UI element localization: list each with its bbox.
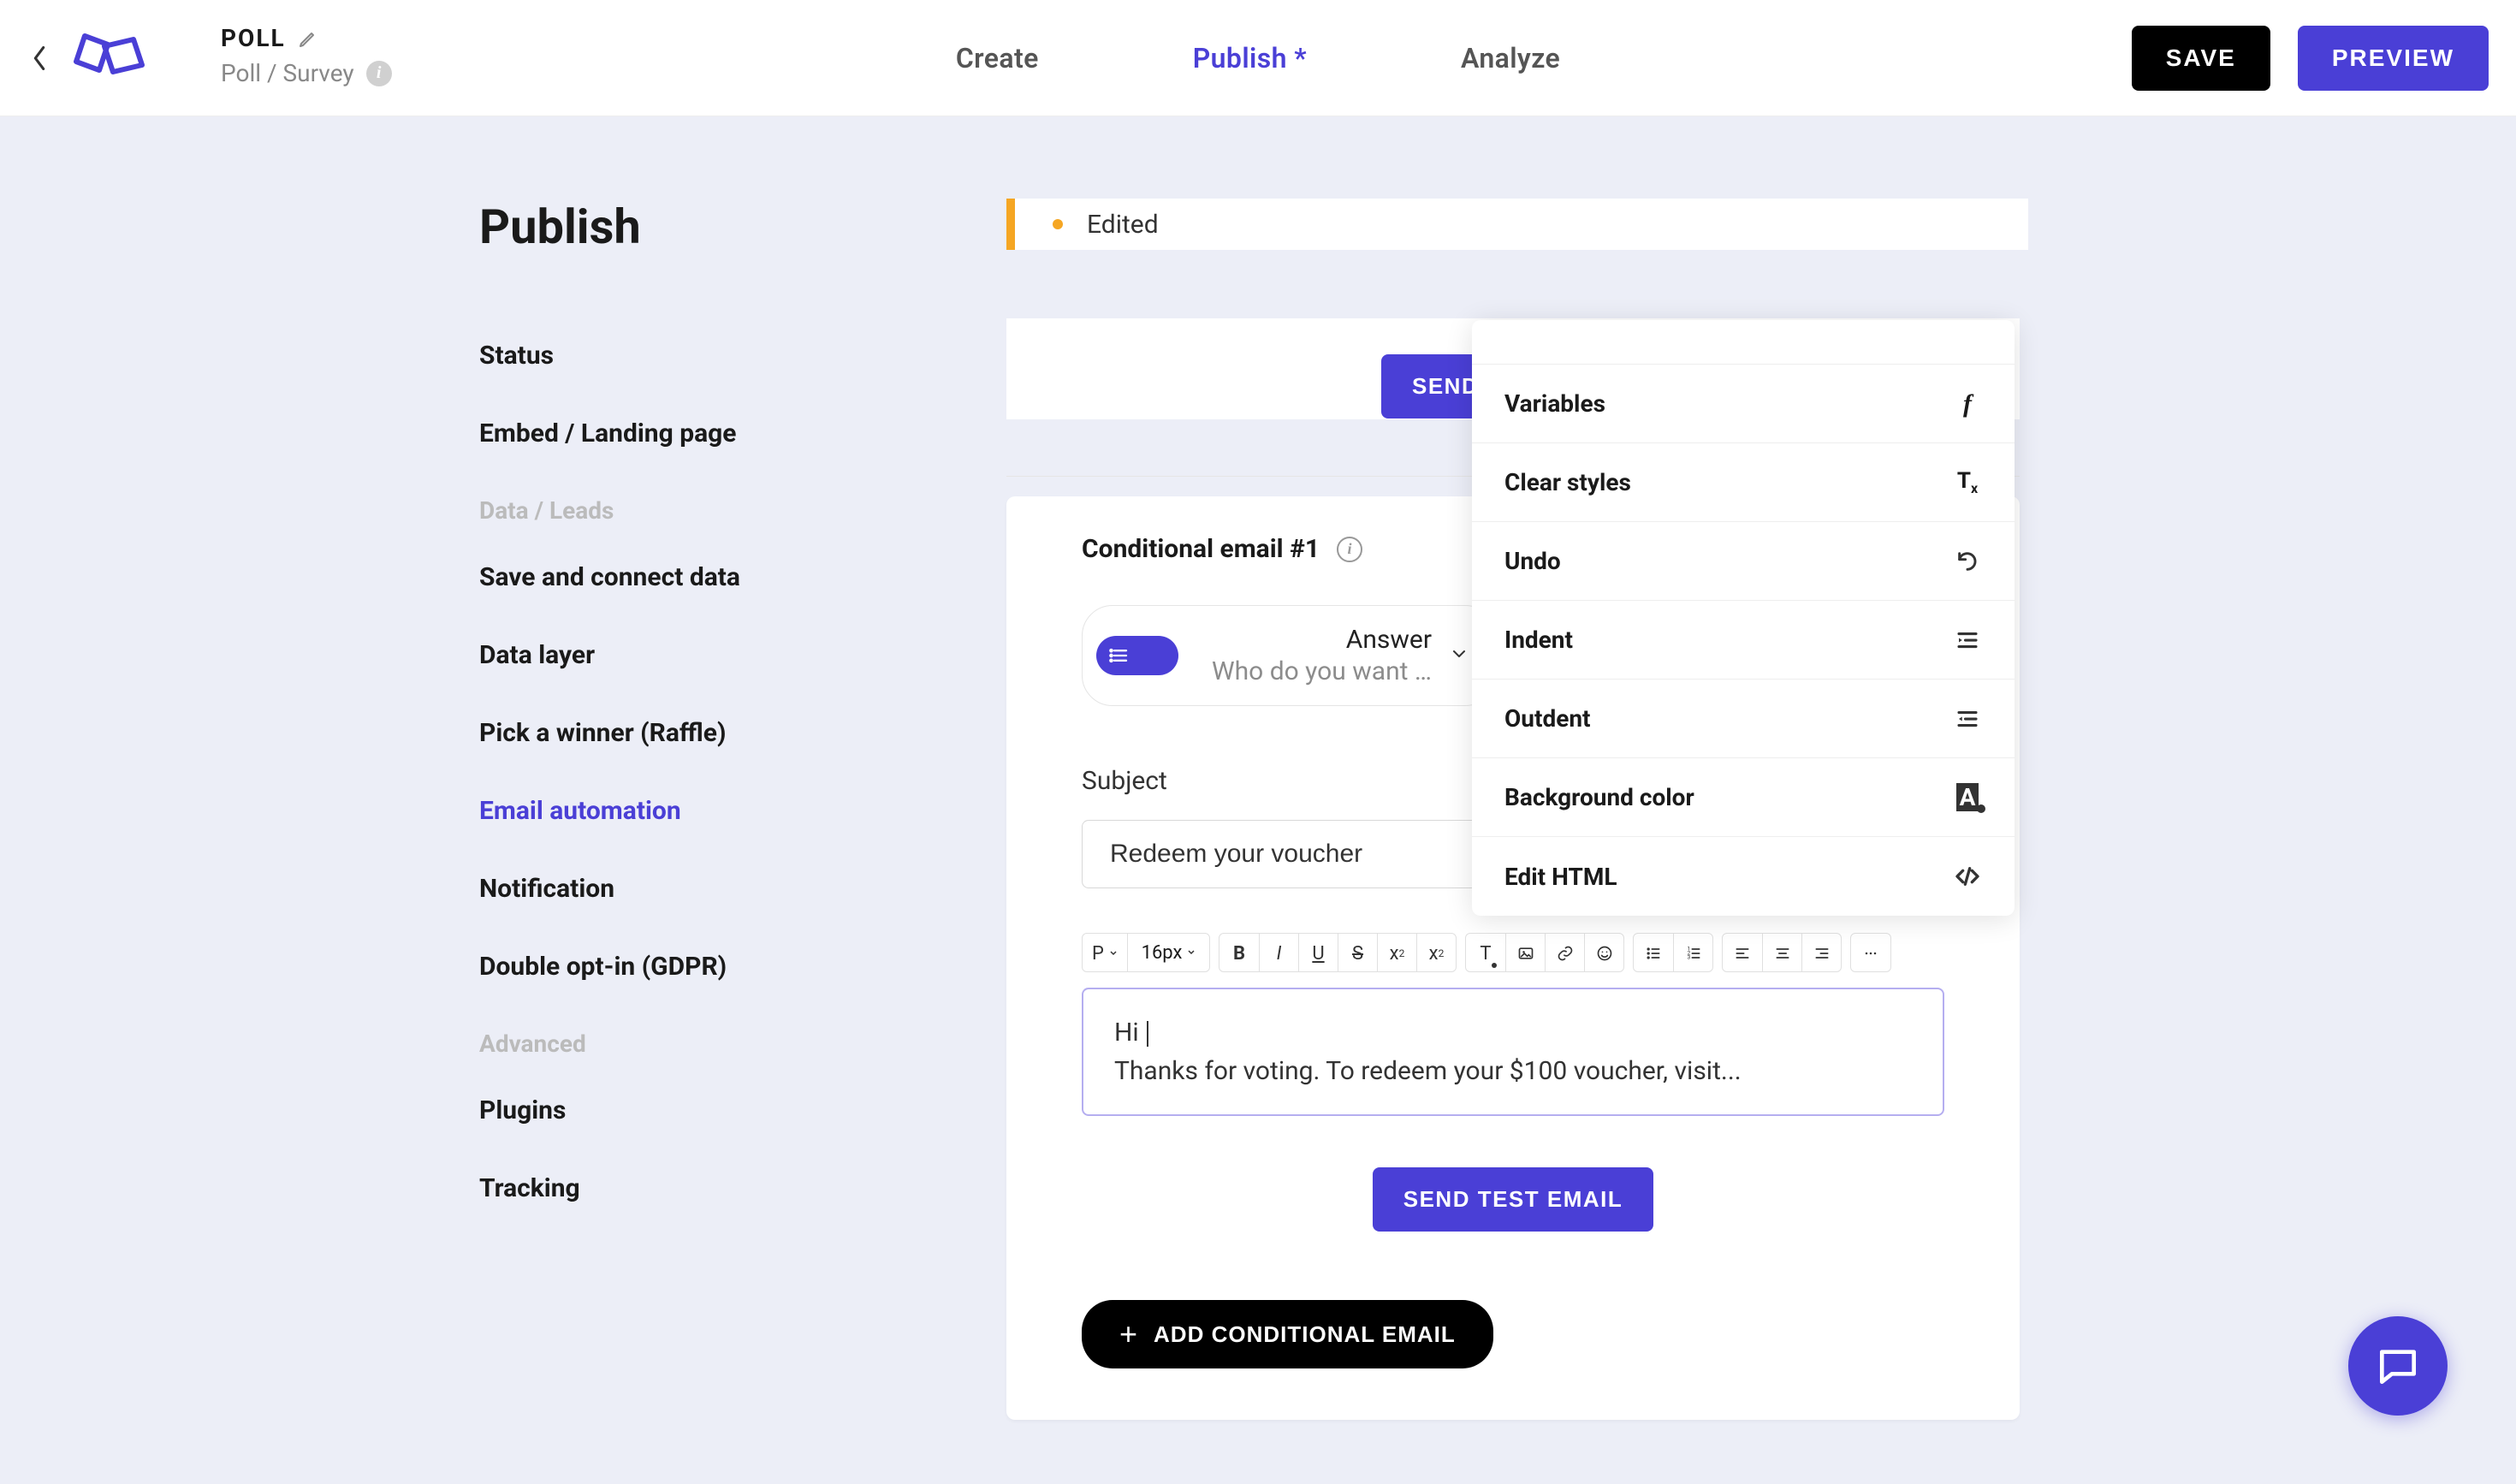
image-button[interactable]: [1505, 934, 1545, 972]
save-button[interactable]: SAVE: [2132, 26, 2270, 91]
dropdown-indent[interactable]: Indent: [1472, 601, 2015, 680]
sidebar-data-layer[interactable]: Data layer: [479, 640, 941, 670]
tab-create[interactable]: Create: [956, 42, 1039, 74]
dropdown-bgcolor[interactable]: Background color A: [1472, 758, 2015, 837]
topbar: POLL Poll / Survey i Create Publish * An…: [0, 0, 2516, 116]
sidebar-cat-advanced: Advanced: [479, 1030, 941, 1058]
sidebar-raffle[interactable]: Pick a winner (Raffle): [479, 718, 941, 748]
dropdown-undo[interactable]: Undo: [1472, 522, 2015, 601]
dropdown-spacer: [1472, 320, 2015, 365]
toggle-pill[interactable]: [1096, 636, 1178, 675]
subscript-button[interactable]: x2: [1416, 934, 1456, 972]
info-icon[interactable]: i: [366, 61, 392, 86]
sidebar-tracking[interactable]: Tracking: [479, 1173, 941, 1203]
plus-icon: +: [1119, 1319, 1138, 1350]
info-icon[interactable]: i: [1337, 537, 1362, 562]
sidebar-cat-data: Data / Leads: [479, 496, 941, 525]
sidebar: Publish Status Embed / Landing page Data…: [479, 199, 941, 1251]
poll-subtitle: Poll / Survey: [221, 59, 354, 87]
superscript-button[interactable]: x2: [1377, 934, 1416, 972]
add-conditional-email-button[interactable]: + ADD CONDITIONAL EMAIL: [1082, 1300, 1493, 1368]
poll-title: POLL: [221, 24, 286, 52]
text-color-button[interactable]: T: [1466, 934, 1505, 972]
align-left-button[interactable]: [1723, 934, 1762, 972]
send-test-bottom-button[interactable]: SEND TEST EMAIL: [1373, 1167, 1654, 1232]
undo-icon: [1953, 547, 1982, 576]
ordered-list-button[interactable]: 123: [1673, 934, 1712, 972]
outdent-icon: [1953, 704, 1982, 733]
align-right-button[interactable]: [1801, 934, 1841, 972]
tab-analyze[interactable]: Analyze: [1461, 42, 1560, 74]
strike-button[interactable]: S: [1338, 934, 1377, 972]
sidebar-plugins[interactable]: Plugins: [479, 1095, 941, 1125]
editor-line2: Thanks for voting. To redeem your $100 v…: [1114, 1052, 1912, 1090]
dropdown-edit-html[interactable]: Edit HTML: [1472, 837, 2015, 916]
dropdown-outdent[interactable]: Outdent: [1472, 680, 2015, 758]
answer-label: Answer: [1346, 625, 1432, 655]
link-button[interactable]: [1545, 934, 1584, 972]
preview-button[interactable]: PREVIEW: [2298, 26, 2489, 91]
more-button[interactable]: [1851, 934, 1890, 972]
indent-icon: [1953, 626, 1982, 655]
back-chevron-icon[interactable]: [27, 46, 51, 70]
editor-line1: Hi: [1114, 1018, 1145, 1048]
dropdown-variables[interactable]: Variables f: [1472, 365, 2015, 443]
add-conditional-label: ADD CONDITIONAL EMAIL: [1154, 1321, 1456, 1348]
pencil-icon[interactable]: [298, 28, 318, 49]
unordered-list-button[interactable]: [1634, 934, 1673, 972]
page-title: Publish: [479, 199, 941, 255]
clear-styles-icon: Tx: [1953, 468, 1982, 497]
underline-button[interactable]: U: [1298, 934, 1338, 972]
nav-tabs: Create Publish * Analyze: [956, 42, 1560, 74]
editor-toolbar: P 16px B I U S x2 x2 T 123: [1082, 933, 1944, 972]
title-block: POLL Poll / Survey i: [221, 24, 392, 87]
tab-publish[interactable]: Publish *: [1193, 42, 1307, 74]
sidebar-gdpr[interactable]: Double opt-in (GDPR): [479, 952, 941, 982]
bold-button[interactable]: B: [1219, 934, 1259, 972]
paragraph-select[interactable]: P: [1083, 934, 1127, 972]
email-body-editor[interactable]: Hi Thanks for voting. To redeem your $10…: [1082, 988, 1944, 1116]
svg-text:3: 3: [1687, 954, 1690, 961]
sidebar-notification[interactable]: Notification: [479, 874, 941, 904]
sidebar-status[interactable]: Status: [479, 341, 941, 371]
status-bar: Edited: [1006, 199, 2028, 250]
dropdown-clear-styles[interactable]: Clear styles Tx: [1472, 443, 2015, 522]
align-center-button[interactable]: [1762, 934, 1801, 972]
chat-fab[interactable]: [2348, 1316, 2448, 1416]
sidebar-save-connect[interactable]: Save and connect data: [479, 562, 941, 592]
function-icon: f: [1953, 389, 1982, 418]
app-logo[interactable]: [58, 10, 154, 106]
editor-cursor: [1147, 1021, 1148, 1047]
sidebar-email-automation[interactable]: Email automation: [479, 796, 941, 826]
chevron-down-icon[interactable]: [1449, 644, 1469, 668]
sidebar-embed[interactable]: Embed / Landing page: [479, 418, 941, 448]
italic-button[interactable]: I: [1259, 934, 1298, 972]
answer-selector[interactable]: Answer Who do you want …: [1082, 605, 1496, 706]
emoji-button[interactable]: [1584, 934, 1623, 972]
answer-sub: Who do you want …: [1212, 656, 1432, 686]
status-text: Edited: [1087, 210, 1159, 240]
fontsize-select[interactable]: 16px: [1127, 934, 1209, 971]
editor-more-dropdown: Variables f Clear styles Tx Undo Indent …: [1472, 320, 2015, 916]
conditional-email-title: Conditional email #1: [1082, 534, 1320, 564]
code-icon: [1953, 862, 1982, 891]
bgcolor-icon: A: [1953, 783, 1982, 812]
